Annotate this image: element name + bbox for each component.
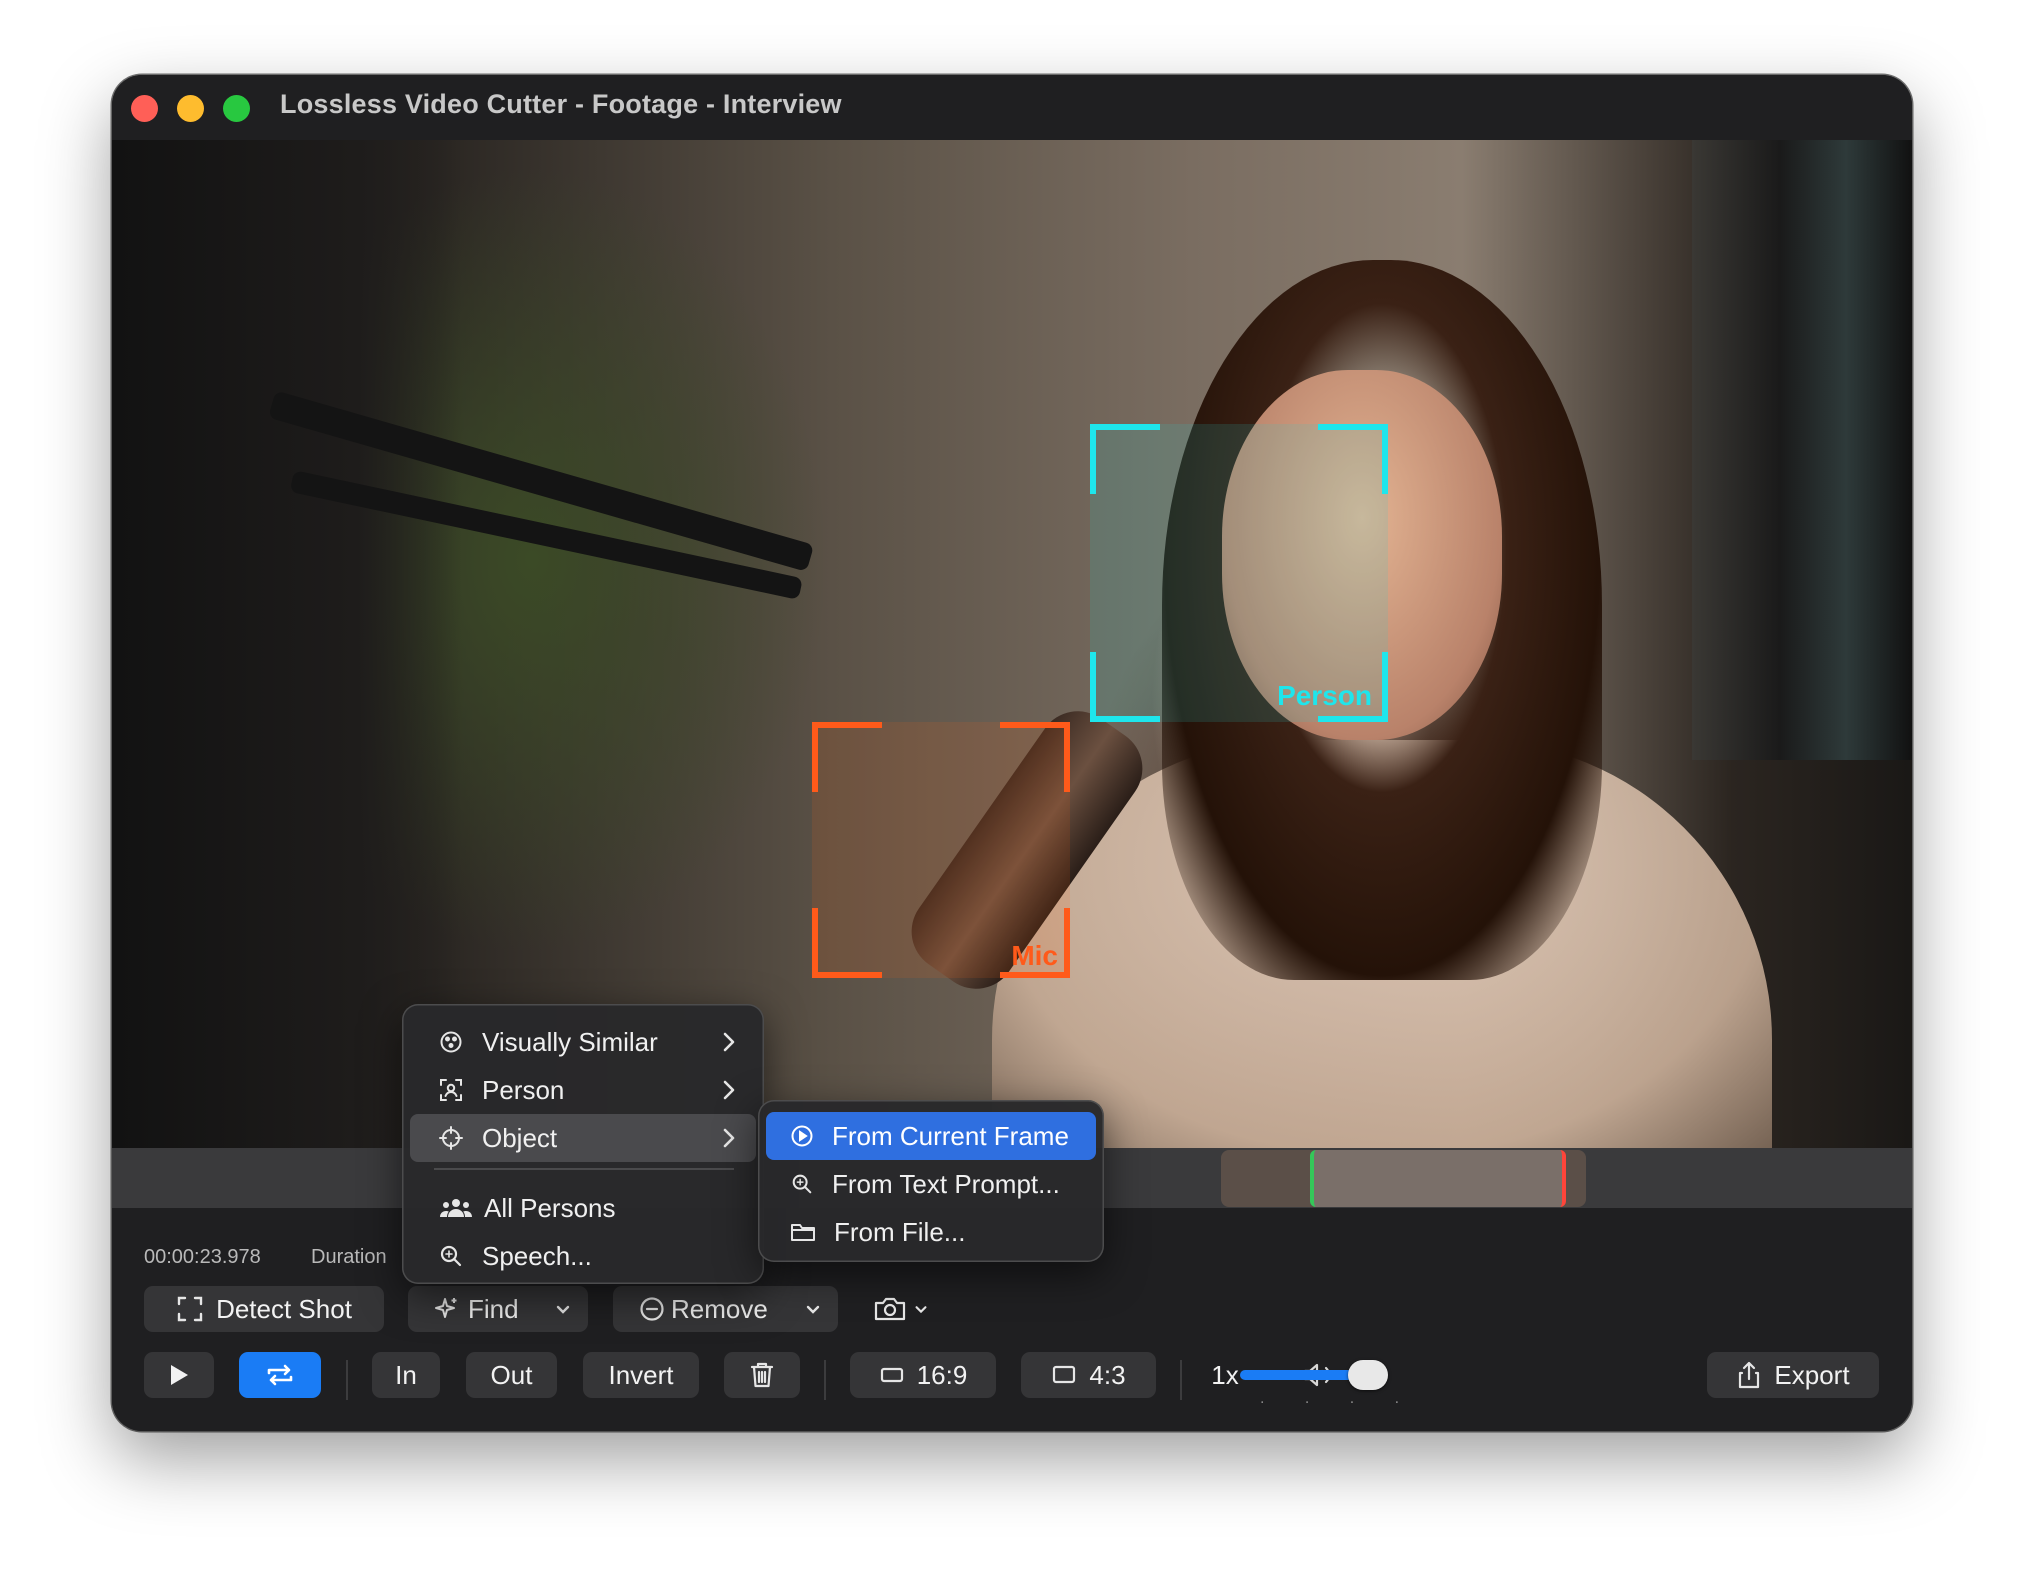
volume-ticks: . . . . (1260, 1390, 1418, 1407)
sparkle-icon (435, 1298, 457, 1318)
menu-item-label: Person (482, 1074, 565, 1105)
find-button[interactable]: Find (408, 1286, 588, 1332)
detection-corner (812, 908, 882, 978)
submenu-item-label: From Text Prompt... (832, 1168, 1060, 1199)
search-icon (792, 1174, 812, 1194)
share-icon (1739, 1361, 1760, 1389)
title-bar: Lossless Video Cutter - Footage - Interv… (112, 75, 1912, 140)
menu-item-person[interactable]: Person (410, 1066, 756, 1114)
chevron-right-icon (723, 1128, 735, 1148)
submenu-item-from-text-prompt[interactable]: From Text Prompt... (766, 1160, 1096, 1208)
out-label: Out (490, 1359, 533, 1390)
chevron-right-icon (723, 1080, 735, 1100)
video-preview[interactable]: Person Mic (112, 140, 1912, 1148)
find-label: Find (468, 1293, 519, 1324)
toolbar-separator (824, 1360, 826, 1400)
menu-item-label: Visually Similar (482, 1026, 658, 1057)
folder-icon (791, 1224, 815, 1241)
people-icon (440, 1199, 472, 1217)
current-time: 00:00:23.978 (144, 1246, 261, 1268)
in-button[interactable]: In (372, 1352, 440, 1398)
detection-label: Person (1277, 680, 1372, 711)
in-label: In (395, 1359, 417, 1390)
invert-label: Invert (608, 1359, 674, 1390)
object-submenu: From Current Frame From Text Prompt... F… (758, 1100, 1104, 1262)
detection-corner (1090, 424, 1160, 494)
play-button[interactable] (144, 1352, 214, 1398)
export-button[interactable]: Export (1707, 1352, 1879, 1398)
rectangle-icon (880, 1367, 903, 1383)
frame-corners-icon (177, 1296, 203, 1322)
close-window-button[interactable] (131, 95, 158, 122)
detect-shot-button[interactable]: Detect Shot (144, 1286, 384, 1332)
menu-item-visually-similar[interactable]: Visually Similar (410, 1018, 756, 1066)
aspect-4-3-button[interactable]: 4:3 (1021, 1352, 1156, 1398)
play-circle-icon (791, 1125, 813, 1147)
loop-button[interactable] (239, 1352, 321, 1398)
visually-similar-icon (440, 1031, 462, 1053)
menu-item-label: Speech... (482, 1240, 592, 1271)
menu-separator (434, 1168, 734, 1170)
remove-label: Remove (671, 1293, 768, 1324)
speed-label: 1x (1211, 1359, 1239, 1390)
chevron-down-icon (556, 1305, 570, 1314)
rectangle-icon (1053, 1365, 1076, 1384)
zoom-window-button[interactable] (223, 95, 250, 122)
detection-corner (1000, 722, 1070, 792)
toolbar-separator (1180, 1360, 1182, 1400)
menu-item-label: All Persons (484, 1192, 616, 1223)
play-icon (171, 1365, 188, 1385)
detect-shot-label: Detect Shot (216, 1293, 352, 1324)
toolbar-separator (346, 1360, 348, 1400)
detection-corner (1090, 652, 1160, 722)
camera-icon (874, 1297, 906, 1321)
volume-slider-knob[interactable] (1348, 1360, 1388, 1390)
window-title: Lossless Video Cutter - Footage - Interv… (280, 89, 842, 119)
minimize-window-button[interactable] (177, 95, 204, 122)
remove-button[interactable]: Remove (613, 1286, 838, 1332)
person-detection-box[interactable]: Person (1090, 424, 1388, 722)
chevron-down-icon (806, 1305, 820, 1314)
timeline-selection[interactable] (1310, 1150, 1566, 1207)
export-label: Export (1774, 1359, 1850, 1390)
submenu-item-label: From Current Frame (832, 1120, 1069, 1151)
person-icon (440, 1079, 462, 1101)
detection-corner (1318, 424, 1388, 494)
chevron-down-icon (915, 1306, 927, 1314)
loop-icon (267, 1364, 293, 1386)
delete-button[interactable] (724, 1352, 800, 1398)
submenu-item-from-current-frame[interactable]: From Current Frame (766, 1112, 1096, 1160)
invert-button[interactable]: Invert (583, 1352, 699, 1398)
find-menu: Visually Similar Person Object All Perso… (402, 1004, 764, 1284)
menu-item-all-persons[interactable]: All Persons (410, 1184, 756, 1232)
menu-item-label: Object (482, 1122, 558, 1153)
background-window (1692, 140, 1912, 760)
menu-item-object[interactable]: Object (410, 1114, 756, 1162)
submenu-item-from-file[interactable]: From File... (766, 1208, 1096, 1256)
aspect-4-3-label: 4:3 (1089, 1359, 1126, 1390)
snapshot-button[interactable] (866, 1286, 936, 1332)
duration-label: Duration (311, 1246, 387, 1268)
detection-corner (812, 722, 882, 792)
menu-item-speech[interactable]: Speech... (410, 1232, 756, 1280)
submenu-item-label: From File... (834, 1216, 966, 1247)
mic-detection-box[interactable]: Mic (812, 722, 1070, 978)
trash-icon (750, 1362, 774, 1388)
minus-circle-icon (640, 1297, 664, 1321)
aspect-16-9-label: 16:9 (916, 1359, 968, 1390)
search-icon (440, 1245, 462, 1267)
crosshair-icon (439, 1126, 463, 1150)
chevron-right-icon (723, 1032, 735, 1052)
video-foreground-speaker (112, 140, 462, 1148)
aspect-16-9-button[interactable]: 16:9 (850, 1352, 996, 1398)
out-button[interactable]: Out (466, 1352, 557, 1398)
detection-label: Mic (1011, 940, 1058, 971)
